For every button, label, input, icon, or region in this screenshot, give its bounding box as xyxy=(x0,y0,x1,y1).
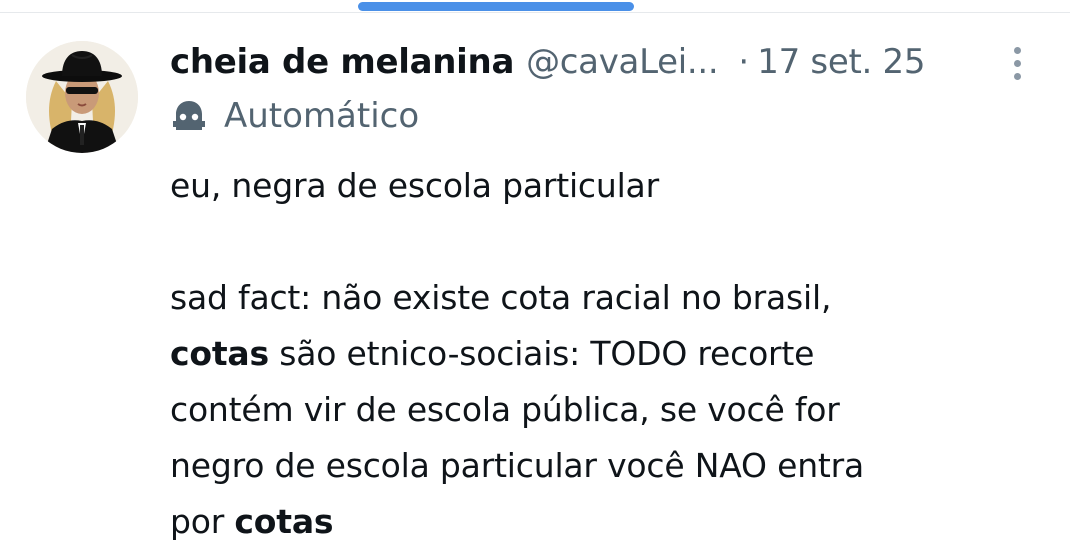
hashtag-cotas[interactable]: cotas xyxy=(170,334,269,373)
avatar[interactable] xyxy=(26,41,138,153)
more-options-button[interactable] xyxy=(1002,43,1032,83)
tweet-date[interactable]: 17 set. 25 xyxy=(757,41,925,83)
tweet-text-line: cotas são etnico-sociais: TODO recorte xyxy=(170,334,815,373)
tweet-text-line: negro de escola particular você NAO entr… xyxy=(170,446,865,485)
tweet-text-line: eu, negra de escola particular xyxy=(170,166,659,205)
automated-label: Automático xyxy=(224,96,420,136)
profile-photo-avatar xyxy=(26,41,138,153)
separator-dot: · xyxy=(738,42,750,82)
tweet-text-line: contém vir de escola pública, se você fo… xyxy=(170,390,840,429)
user-handle[interactable]: @cavaLei... xyxy=(526,41,719,83)
tweet[interactable]: cheia de melanina @cavaLei... · 17 set. … xyxy=(0,13,1070,550)
automated-account-label[interactable]: Automático xyxy=(170,95,419,137)
hashtag-cotas[interactable]: cotas xyxy=(234,502,333,541)
tweet-header: cheia de melanina @cavaLei... · 17 set. … xyxy=(170,41,925,83)
more-vertical-icon xyxy=(1013,46,1021,54)
tweet-text-line: sad fact: não existe cota racial no bras… xyxy=(170,278,832,317)
tweet-text-line: por cotas xyxy=(170,502,334,541)
tweet-text: eu, negra de escola particular sad fact:… xyxy=(170,158,1050,550)
bot-icon xyxy=(170,97,208,135)
display-name[interactable]: cheia de melanina xyxy=(170,41,514,83)
scroll-indicator[interactable] xyxy=(358,2,634,11)
